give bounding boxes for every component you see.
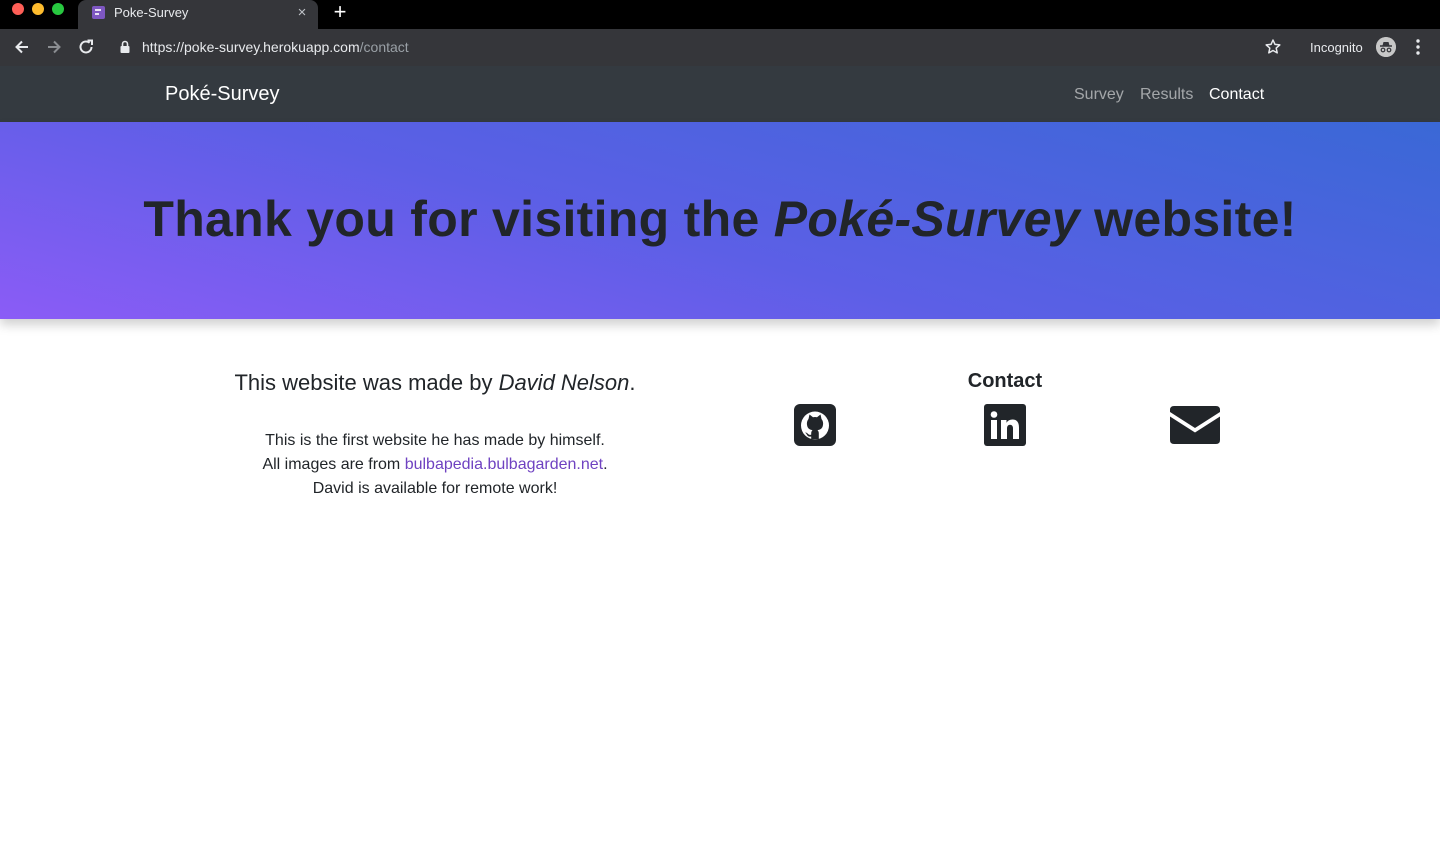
bookmark-star-icon[interactable] <box>1263 37 1283 57</box>
linkedin-icon[interactable] <box>984 404 1026 446</box>
about-heading-prefix: This website was made by <box>234 370 499 395</box>
incognito-label: Incognito <box>1310 40 1363 55</box>
hero-title-emphasis: Poké-Survey <box>773 191 1080 247</box>
about-line-1: This is the first website he has made by… <box>265 432 605 449</box>
github-icon[interactable] <box>794 404 836 446</box>
browser-tab[interactable]: Poke-Survey × <box>78 0 318 29</box>
window-close-button[interactable] <box>12 3 24 15</box>
hero-title: Thank you for visiting the Poké-Survey w… <box>0 190 1440 248</box>
tab-title: Poke-Survey <box>114 5 189 20</box>
author-name: David Nelson <box>498 370 630 395</box>
email-icon[interactable] <box>1170 406 1220 444</box>
tab-close-icon[interactable]: × <box>294 3 310 23</box>
new-tab-button[interactable]: + <box>330 0 350 26</box>
favicon-icon <box>92 6 105 19</box>
bulbapedia-link[interactable]: bulbapedia.bulbagarden.net <box>405 456 603 473</box>
hero-title-suffix: website! <box>1079 191 1297 247</box>
about-heading-suffix: . <box>629 370 636 395</box>
about-heading: This website was made by David Nelson. <box>150 370 720 396</box>
site-navbar: Poké-Survey Survey Results Contact <box>0 66 1440 122</box>
about-line-2: All images are from bulbapedia.bulbagard… <box>150 453 720 477</box>
browser-menu-icon[interactable] <box>1410 37 1426 57</box>
about-line-3: David is available for remote work! <box>312 480 558 497</box>
navbar-brand[interactable]: Poké-Survey <box>165 83 280 106</box>
reload-icon[interactable] <box>76 37 96 57</box>
forward-icon[interactable] <box>44 37 64 57</box>
nav-link-contact[interactable]: Contact <box>1209 86 1264 104</box>
back-icon[interactable] <box>12 37 32 57</box>
hero-banner: Thank you for visiting the Poké-Survey w… <box>0 122 1440 319</box>
url-path: /contact <box>359 39 409 55</box>
window-maximize-button[interactable] <box>52 3 64 15</box>
incognito-icon[interactable] <box>1376 37 1396 57</box>
window-minimize-button[interactable] <box>32 3 44 15</box>
browser-tab-bar: Poke-Survey × + <box>0 0 1440 29</box>
nav-link-survey[interactable]: Survey <box>1074 86 1124 104</box>
hero-title-prefix: Thank you for visiting the <box>143 191 774 247</box>
lock-icon <box>120 40 130 53</box>
about-line-2-prefix: All images are from <box>262 456 405 473</box>
url-host: https://poke-survey.herokuapp.com <box>142 39 360 55</box>
address-bar[interactable]: https://poke-survey.herokuapp.com/contac… <box>110 32 1290 62</box>
nav-link-results[interactable]: Results <box>1140 86 1193 104</box>
contact-heading: Contact <box>967 370 1043 392</box>
url-text[interactable]: https://poke-survey.herokuapp.com/contac… <box>142 39 409 55</box>
about-line-2-suffix: . <box>603 456 608 473</box>
about-text: This is the first website he has made by… <box>150 429 720 501</box>
browser-toolbar: https://poke-survey.herokuapp.com/contac… <box>0 29 1440 66</box>
